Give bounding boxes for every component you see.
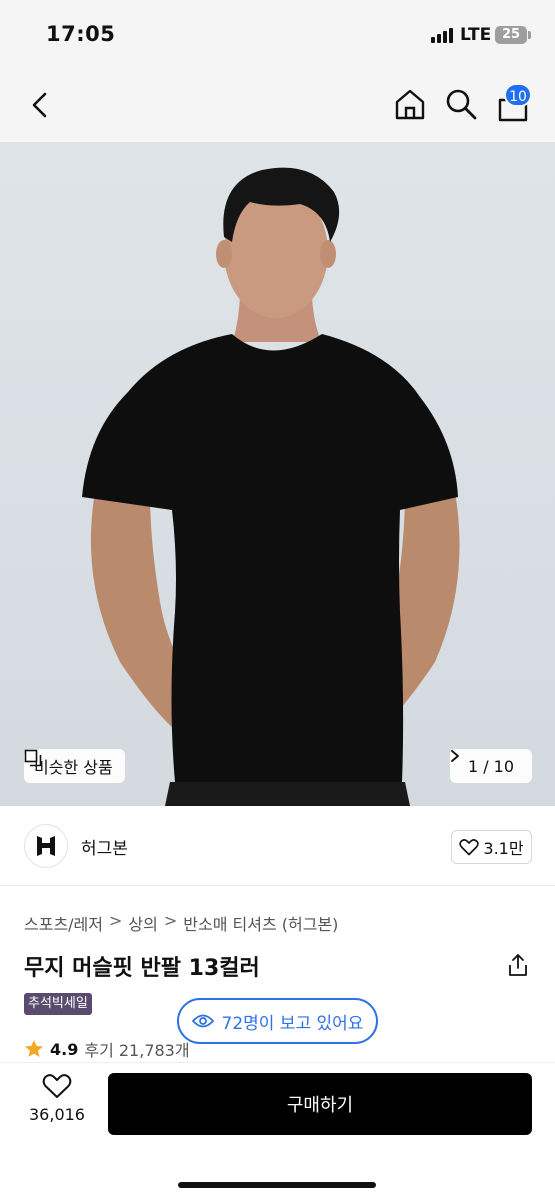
top-nav-bar: 10: [0, 70, 555, 142]
breadcrumb-item[interactable]: 반소매 티셔츠 (허그본): [183, 911, 338, 935]
review-count: 후기 21,783개: [84, 1041, 190, 1060]
battery-icon: 25: [495, 26, 527, 44]
status-time: 17:05: [46, 22, 116, 46]
eye-icon: [191, 1014, 214, 1028]
sale-badge: 추석빅세일: [24, 993, 92, 1015]
brand-logo[interactable]: [24, 824, 68, 868]
brand-row: 허그본 3.1만: [0, 806, 555, 886]
breadcrumb-separator: >: [163, 911, 178, 930]
rating-score: 4.9: [50, 1039, 79, 1059]
copy-icon: [24, 749, 42, 767]
viewers-indicator: 72명이 보고 있어요: [177, 998, 378, 1044]
network-type: LTE: [460, 25, 492, 45]
breadcrumb: 스포츠/레저 > 상의 > 반소매 티셔츠 (허그본): [24, 911, 338, 935]
heart-icon: [459, 839, 480, 856]
viewers-text: 72명이 보고 있어요: [221, 1013, 364, 1034]
chevron-right-icon: [451, 750, 459, 762]
wishlist-button[interactable]: 36,016: [20, 1073, 94, 1135]
bottom-action-bar: 36,016 구매하기: [0, 1062, 555, 1200]
share-icon[interactable]: [506, 953, 530, 977]
product-image[interactable]: 비슷한 상품 1 / 10: [0, 142, 555, 806]
image-counter-text: 1 / 10: [467, 756, 515, 776]
similar-products-button[interactable]: 비슷한 상품: [24, 749, 125, 783]
home-icon[interactable]: [392, 86, 428, 122]
star-icon: [25, 1040, 43, 1057]
similar-products-label: 비슷한 상품: [34, 758, 113, 777]
back-icon[interactable]: [24, 88, 58, 122]
wishlist-count: 36,016: [29, 1105, 85, 1124]
model-photo: [82, 167, 460, 806]
cart-count-badge: 10: [504, 83, 532, 107]
battery-tip: [528, 31, 531, 39]
breadcrumb-separator: >: [109, 911, 123, 930]
search-icon[interactable]: [443, 86, 479, 122]
product-title: 무지 머슬핏 반팔 13컬러: [24, 956, 260, 981]
breadcrumb-item[interactable]: 스포츠/레저: [24, 911, 103, 935]
heart-icon: [42, 1074, 72, 1098]
image-counter[interactable]: 1 / 10: [450, 749, 532, 783]
home-indicator: [178, 1182, 376, 1188]
brand-name[interactable]: 허그본: [81, 834, 128, 859]
buy-button[interactable]: 구매하기: [108, 1073, 532, 1135]
breadcrumb-item[interactable]: 상의: [128, 911, 157, 935]
brand-like-button[interactable]: 3.1만: [451, 830, 532, 864]
rating-row[interactable]: 4.9 후기 21,783개: [24, 1038, 190, 1060]
brand-logo-mark: [37, 836, 55, 856]
signal-icon: [431, 27, 455, 43]
status-bar: 17:05 LTE 25: [0, 0, 555, 70]
brand-like-count: 3.1만: [483, 839, 524, 858]
